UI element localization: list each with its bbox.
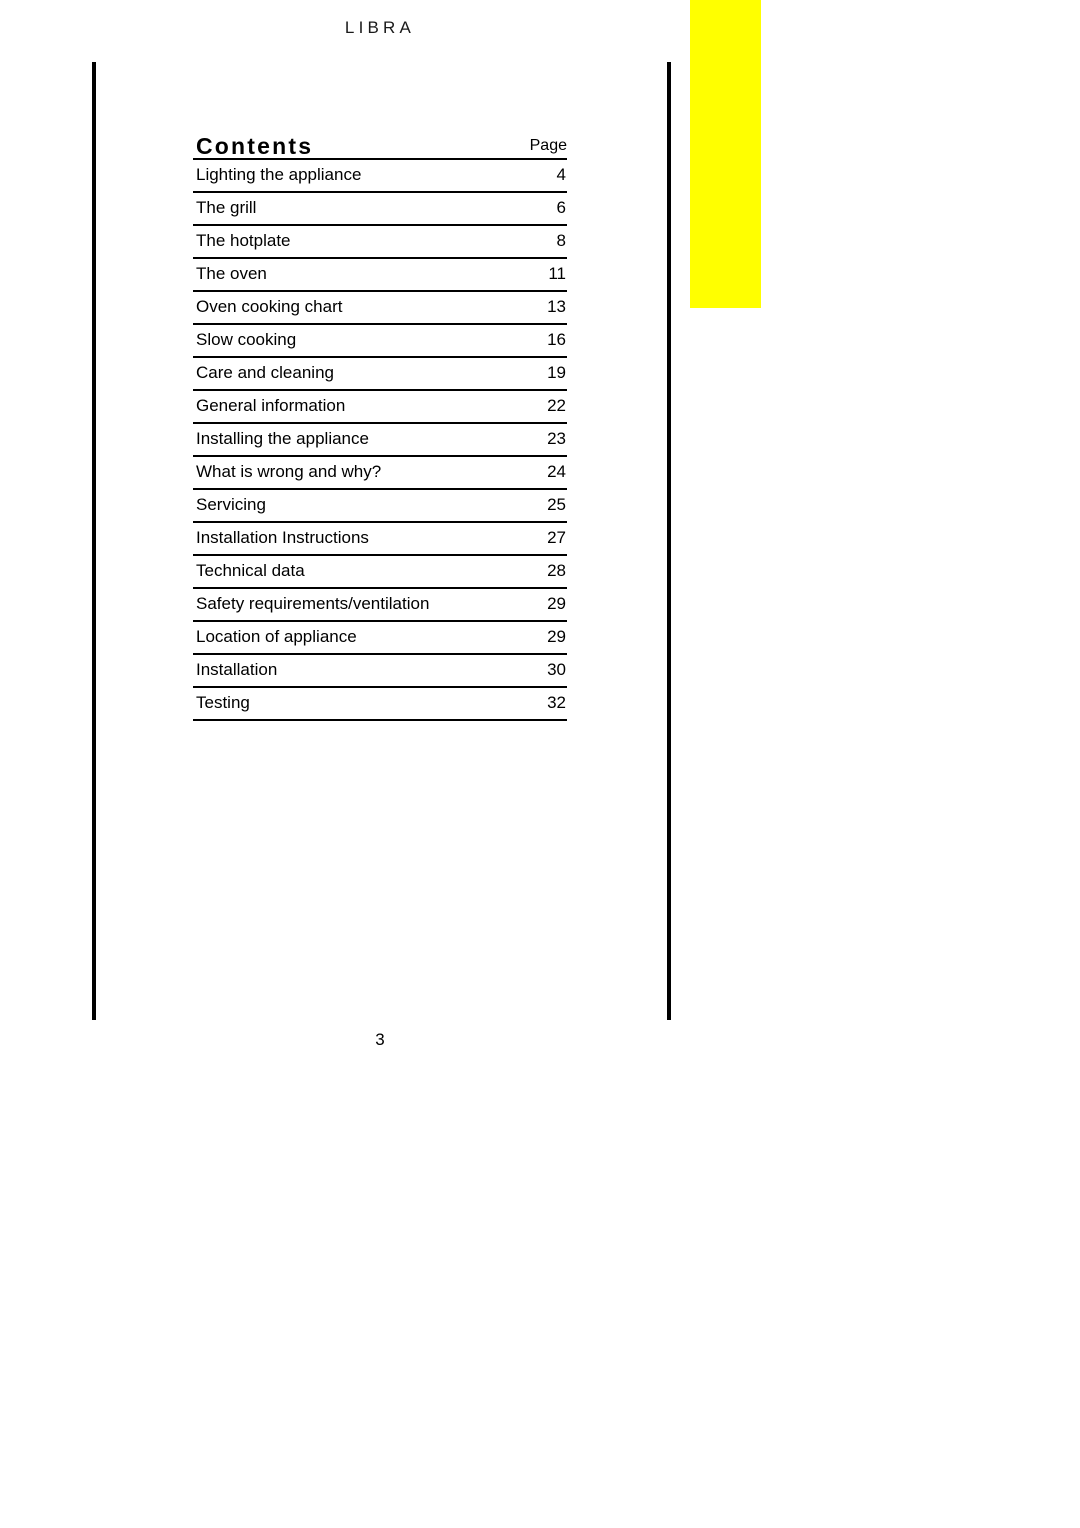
toc-entry-page: 6 [504, 191, 567, 225]
toc-entry-page: 28 [504, 554, 567, 588]
toc-entry-label[interactable]: The hotplate [193, 224, 504, 258]
table-row[interactable]: The grill 6 [193, 191, 567, 225]
toc-entry-page: 29 [504, 587, 567, 621]
toc-entry-label[interactable]: Installing the appliance [193, 422, 504, 456]
table-row[interactable]: Testing 32 [193, 686, 567, 721]
toc-entry-page: 19 [504, 356, 567, 390]
table-row[interactable]: Technical data 28 [193, 554, 567, 588]
table-row[interactable]: Servicing 25 [193, 488, 567, 522]
table-row[interactable]: Slow cooking 16 [193, 323, 567, 357]
toc-entry-page: 24 [504, 455, 567, 489]
toc-entry-label[interactable]: The grill [193, 191, 504, 225]
toc-entry-page: 11 [504, 257, 567, 291]
toc-entry-label[interactable]: Slow cooking [193, 323, 504, 357]
toc-entry-page: 4 [504, 158, 567, 192]
page-column-header: Page [529, 137, 567, 154]
table-row[interactable]: Installation Instructions 27 [193, 521, 567, 555]
toc-entry-label[interactable]: What is wrong and why? [193, 455, 504, 489]
folio-number: 3 [375, 1030, 385, 1049]
toc-entry-label[interactable]: Lighting the appliance [193, 158, 504, 192]
toc-entry-label[interactable]: The oven [193, 257, 504, 291]
contents-block: Contents Page Lighting the appliance 4 The… [193, 128, 567, 721]
toc-entry-page: 30 [504, 653, 567, 687]
table-row[interactable]: The oven 11 [193, 257, 567, 291]
toc-entry-page: 25 [504, 488, 567, 522]
toc-entry-label[interactable]: Oven cooking chart [193, 290, 504, 324]
table-row[interactable]: Installation 30 [193, 653, 567, 687]
toc-entry-page: 16 [504, 323, 567, 357]
contents-header: Contents Page [193, 128, 567, 158]
table-row[interactable]: Safety requirements/ventilation 29 [193, 587, 567, 621]
toc-entry-page: 32 [504, 686, 567, 721]
folio: 3 [0, 1030, 760, 1050]
toc-entry-label[interactable]: Technical data [193, 554, 504, 588]
table-row[interactable]: What is wrong and why? 24 [193, 455, 567, 489]
toc-entry-page: 8 [504, 224, 567, 258]
toc-entry-page: 23 [504, 422, 567, 456]
page-title: Contents [196, 133, 314, 159]
toc-entry-label[interactable]: Care and cleaning [193, 356, 504, 390]
toc-entry-label[interactable]: Servicing [193, 488, 504, 522]
table-of-contents: Lighting the appliance 4 The grill 6 The hot… [193, 158, 567, 721]
toc-entry-page: 13 [504, 290, 567, 324]
toc-entry-page: 22 [504, 389, 567, 423]
toc-entry-page: 29 [504, 620, 567, 654]
column-rule-right [667, 62, 671, 1020]
toc-entry-label[interactable]: Location of appliance [193, 620, 504, 654]
toc-entry-label[interactable]: Safety requirements/ventilation [193, 587, 504, 621]
column-rule-left [92, 62, 96, 1020]
table-row[interactable]: The hotplate 8 [193, 224, 567, 258]
toc-entry-label[interactable]: Installation [193, 653, 504, 687]
toc-entry-label[interactable]: Installation Instructions [193, 521, 504, 555]
table-row[interactable]: Location of appliance 29 [193, 620, 567, 654]
table-row[interactable]: Oven cooking chart 13 [193, 290, 567, 324]
table-row[interactable]: Care and cleaning 19 [193, 356, 567, 390]
toc-entry-label[interactable]: Testing [193, 686, 504, 721]
table-row[interactable]: Installing the appliance 23 [193, 422, 567, 456]
table-of-contents-body: Lighting the appliance 4 The grill 6 The hot… [193, 158, 567, 721]
toc-entry-page: 27 [504, 521, 567, 555]
running-head-text: LIBRA [344, 18, 416, 37]
toc-entry-label[interactable]: General information [193, 389, 504, 423]
table-row[interactable]: General information 22 [193, 389, 567, 423]
yellow-highlight-block [690, 0, 761, 308]
running-head: LIBRA [0, 18, 760, 38]
table-row[interactable]: Lighting the appliance 4 [193, 158, 567, 192]
